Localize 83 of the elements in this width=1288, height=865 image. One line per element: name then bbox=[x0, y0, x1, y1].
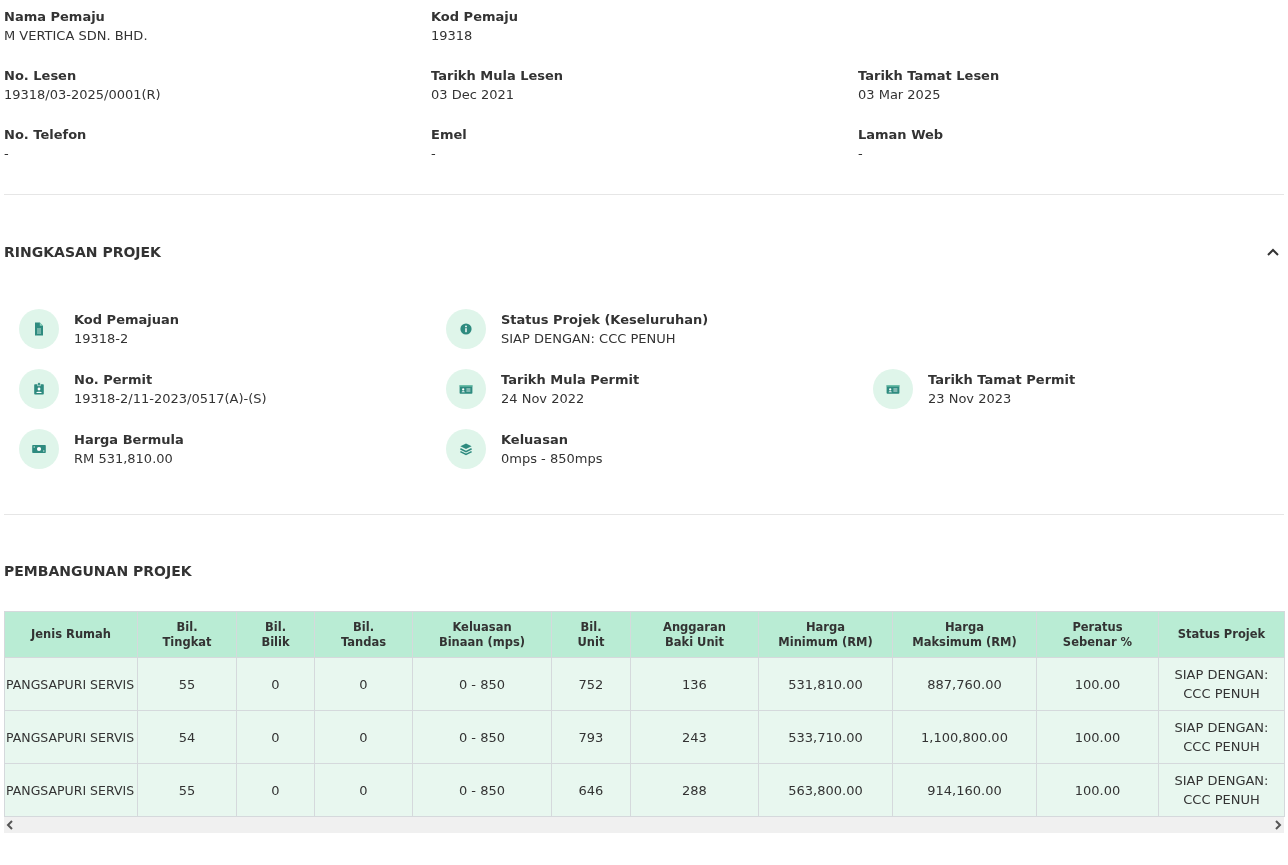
column-header: Bil. Unit bbox=[551, 611, 631, 658]
field-value: - bbox=[858, 145, 864, 163]
table-cell: 887,760.00 bbox=[892, 657, 1037, 711]
field-value: 19318/03-2025/0001(R) bbox=[4, 86, 162, 104]
table-cell: 646 bbox=[551, 763, 631, 817]
table-cell: 288 bbox=[630, 763, 759, 817]
field-label: Nama Pemaju bbox=[4, 8, 106, 26]
column-header: Bil. Bilik bbox=[236, 611, 315, 658]
table-cell: 55 bbox=[137, 763, 237, 817]
table-cell: 0 bbox=[314, 710, 413, 764]
column-header: Jenis Rumah bbox=[4, 611, 138, 658]
field-value: 03 Mar 2025 bbox=[858, 86, 942, 104]
table-cell: 0 bbox=[314, 763, 413, 817]
table-cell: 0 bbox=[236, 657, 315, 711]
layers-icon bbox=[458, 441, 474, 457]
info-icon bbox=[458, 321, 474, 337]
field-label: Keluasan bbox=[501, 430, 569, 449]
column-header: Peratus Sebenar % bbox=[1036, 611, 1159, 658]
table-cell: SIAP DENGAN: CCC PENUH bbox=[1158, 657, 1285, 711]
column-header: Harga Minimum (RM) bbox=[758, 611, 893, 658]
field-label: Kod Pemaju bbox=[431, 8, 519, 26]
table-cell: 0 - 850 bbox=[412, 710, 552, 764]
scroll-right-icon[interactable] bbox=[1272, 819, 1284, 831]
table-cell: PANGSAPURI SERVIS bbox=[4, 657, 138, 711]
table-cell: 793 bbox=[551, 710, 631, 764]
field-value: - bbox=[4, 145, 10, 163]
field-label: Emel bbox=[431, 126, 468, 144]
scroll-left-icon[interactable] bbox=[4, 819, 16, 831]
column-header: Bil. Tandas bbox=[314, 611, 413, 658]
section-title: PEMBANGUNAN PROJEK bbox=[4, 562, 193, 581]
field-label: Tarikh Tamat Permit bbox=[928, 370, 1076, 389]
section-title: RINGKASAN PROJEK bbox=[4, 244, 161, 260]
table-cell: 0 bbox=[314, 657, 413, 711]
field-value: 19318-2 bbox=[74, 329, 130, 348]
field-value: M VERTICA SDN. BHD. bbox=[4, 27, 149, 45]
table-cell: 533,710.00 bbox=[758, 710, 893, 764]
field-value: SIAP DENGAN: CCC PENUH bbox=[501, 329, 677, 348]
column-header: Bil. Tingkat bbox=[137, 611, 237, 658]
column-header: Keluasan Binaan (mps) bbox=[412, 611, 552, 658]
table-cell: 752 bbox=[551, 657, 631, 711]
chevron-up-icon[interactable] bbox=[1266, 247, 1280, 257]
field-value: RM 531,810.00 bbox=[74, 449, 174, 468]
table-cell: 136 bbox=[630, 657, 759, 711]
field-label: Harga Bermula bbox=[74, 430, 184, 449]
table-cell: 1,100,800.00 bbox=[892, 710, 1037, 764]
table-cell: 100.00 bbox=[1036, 710, 1159, 764]
table-cell: 0 - 850 bbox=[412, 657, 552, 711]
table-cell: 54 bbox=[137, 710, 237, 764]
field-value: 03 Dec 2021 bbox=[431, 86, 516, 104]
id-badge-icon bbox=[31, 381, 47, 397]
field-value: 24 Nov 2022 bbox=[501, 389, 586, 408]
table-cell: 100.00 bbox=[1036, 657, 1159, 711]
table-cell: 914,160.00 bbox=[892, 763, 1037, 817]
horizontal-scrollbar[interactable] bbox=[4, 817, 1284, 833]
field-value: 19318 bbox=[431, 27, 474, 45]
table-cell: 563,800.00 bbox=[758, 763, 893, 817]
table-cell: 100.00 bbox=[1036, 763, 1159, 817]
table-cell: PANGSAPURI SERVIS bbox=[4, 710, 138, 764]
field-label: Laman Web bbox=[858, 126, 945, 144]
field-label: Tarikh Tamat Lesen bbox=[858, 67, 1001, 85]
field-label: No. Permit bbox=[74, 370, 154, 389]
field-label: Tarikh Mula Lesen bbox=[431, 67, 565, 85]
table-cell: 0 - 850 bbox=[412, 763, 552, 817]
table-cell: 0 bbox=[236, 710, 315, 764]
field-label: Status Projek (Keseluruhan) bbox=[501, 310, 709, 329]
field-label: No. Lesen bbox=[4, 67, 78, 85]
table-cell: SIAP DENGAN: CCC PENUH bbox=[1158, 763, 1285, 817]
field-label: Kod Pemajuan bbox=[74, 310, 179, 329]
field-label: Tarikh Mula Permit bbox=[501, 370, 640, 389]
field-value: 19318-2/11-2023/0517(A)-(S) bbox=[74, 389, 267, 408]
field-value: 0mps - 850mps bbox=[501, 449, 603, 468]
table-cell: 531,810.00 bbox=[758, 657, 893, 711]
column-header: Anggaran Baki Unit bbox=[630, 611, 759, 658]
table-cell: PANGSAPURI SERVIS bbox=[4, 763, 138, 817]
field-label: No. Telefon bbox=[4, 126, 88, 144]
table-cell: 55 bbox=[137, 657, 237, 711]
table-cell: SIAP DENGAN: CCC PENUH bbox=[1158, 710, 1285, 764]
table-cell: 0 bbox=[236, 763, 315, 817]
field-value: - bbox=[431, 145, 437, 163]
column-header: Status Projek bbox=[1158, 611, 1285, 658]
column-header: Harga Maksimum (RM) bbox=[892, 611, 1037, 658]
table-cell: 243 bbox=[630, 710, 759, 764]
field-value: 23 Nov 2023 bbox=[928, 389, 1013, 408]
